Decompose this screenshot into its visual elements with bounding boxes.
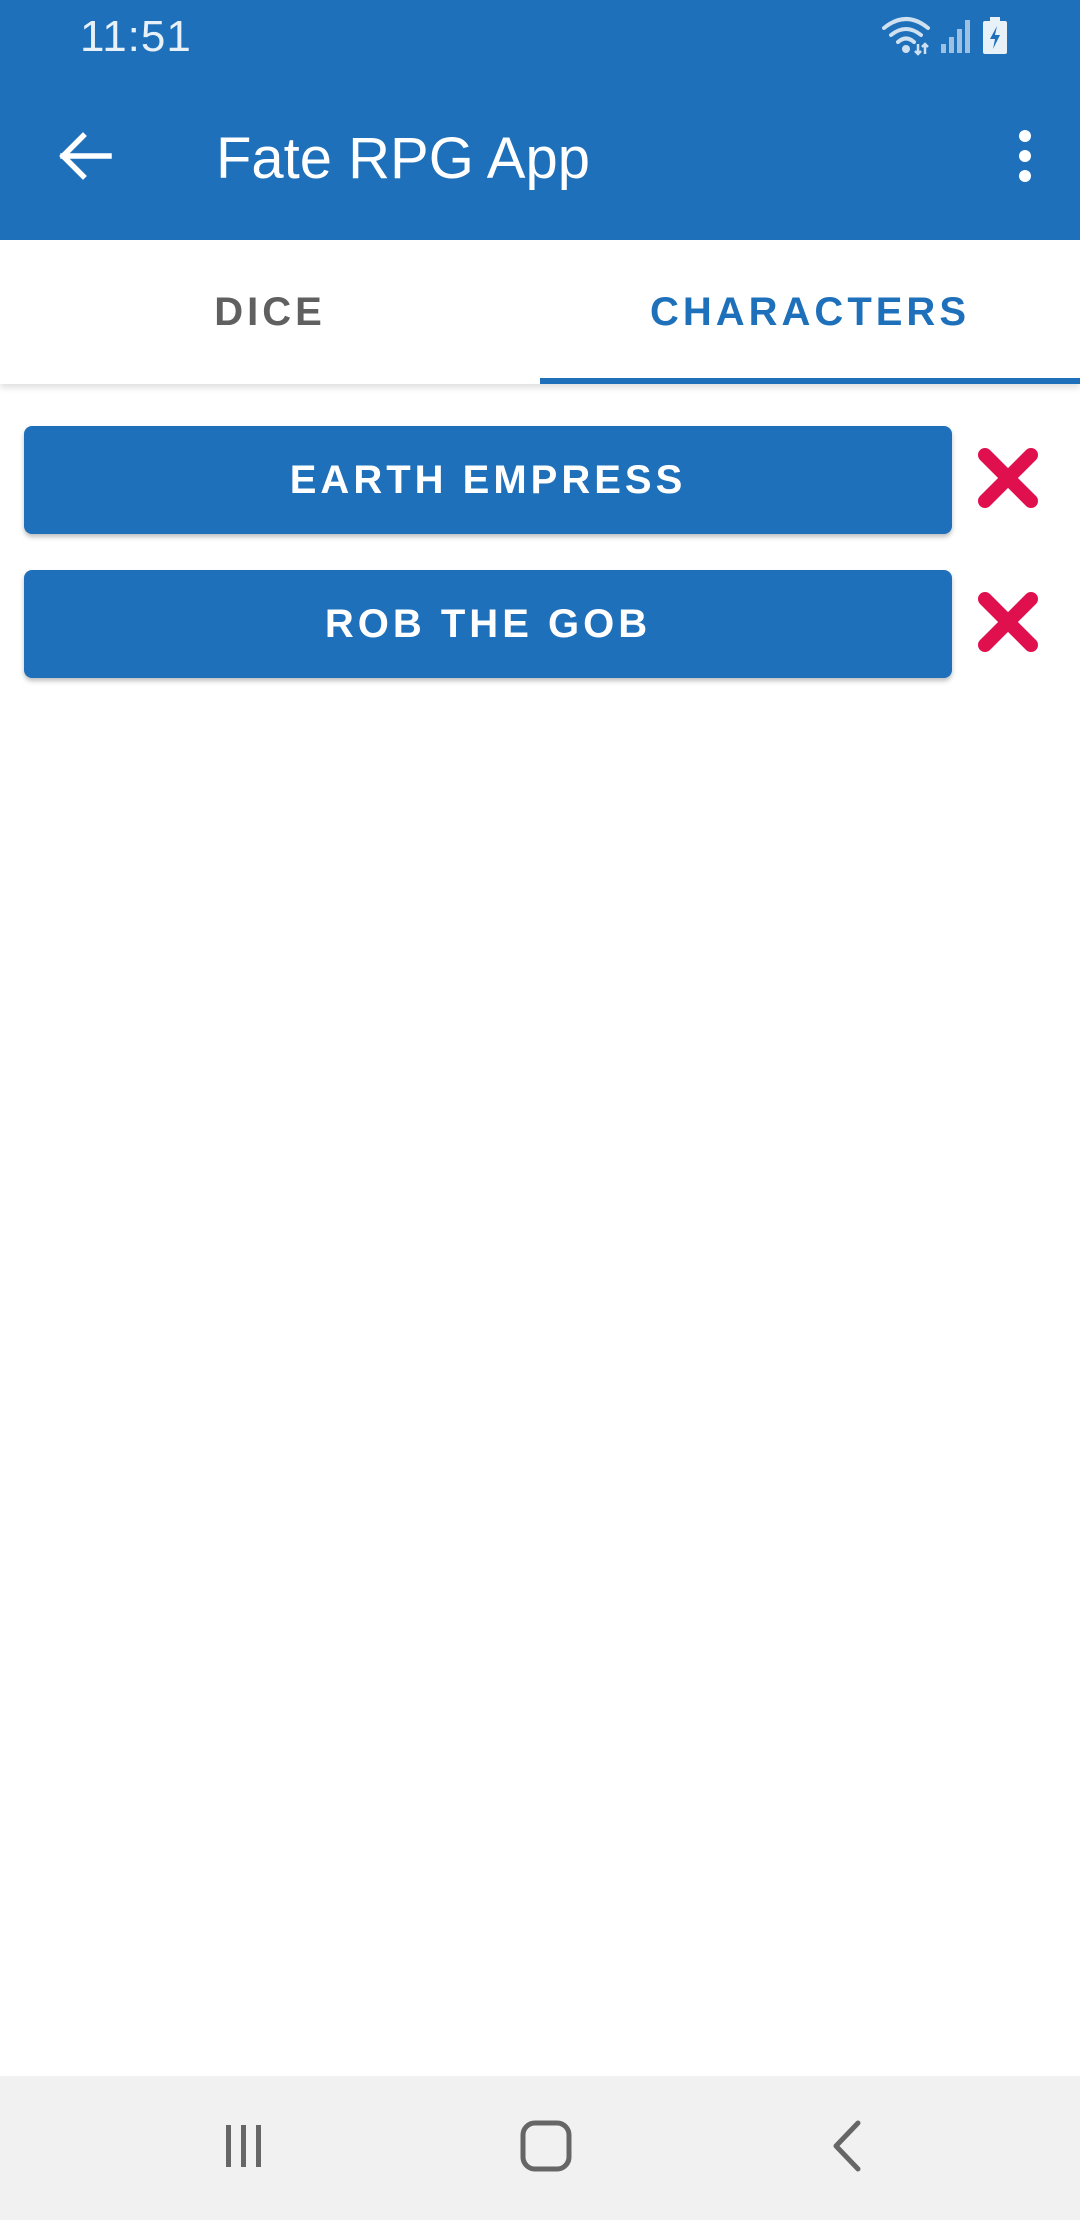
tab-dice[interactable]: DICE — [0, 240, 540, 384]
signal-icon — [940, 18, 974, 59]
tab-bar: DICE CHARACTERS — [0, 240, 1080, 384]
system-nav-bar — [0, 2076, 1080, 2220]
nav-back-button[interactable] — [798, 2098, 898, 2198]
character-button-rob-the-gob[interactable]: ROB THE GOB — [24, 570, 952, 678]
delete-character-button[interactable] — [968, 584, 1048, 664]
status-icons — [880, 16, 1008, 60]
character-row: ROB THE GOB — [24, 570, 1064, 678]
wifi-icon — [880, 16, 932, 61]
home-icon — [519, 2119, 573, 2178]
arrow-back-icon — [57, 131, 113, 186]
screen: 11:51 Fate RPG App DICE CHARACTERS EARTH… — [0, 0, 1080, 2220]
character-row: EARTH EMPRESS — [24, 426, 1064, 534]
status-bar: 11:51 — [0, 0, 1080, 75]
more-options-button[interactable] — [990, 113, 1060, 203]
home-button[interactable] — [496, 2098, 596, 2198]
battery-charging-icon — [982, 16, 1008, 60]
tab-indicator — [540, 378, 1080, 384]
recent-apps-button[interactable] — [194, 2098, 294, 2198]
back-chevron-icon — [828, 2119, 868, 2178]
more-vert-icon — [1017, 129, 1033, 187]
status-time: 11:51 — [80, 12, 192, 61]
app-title: Fate RPG App — [216, 126, 590, 191]
tab-characters[interactable]: CHARACTERS — [540, 240, 1080, 384]
recent-apps-icon — [219, 2121, 269, 2176]
character-button-earth-empress[interactable]: EARTH EMPRESS — [24, 426, 952, 534]
delete-character-button[interactable] — [968, 440, 1048, 520]
back-button[interactable] — [40, 113, 130, 203]
close-x-icon — [977, 447, 1039, 514]
app-bar: Fate RPG App — [0, 75, 1080, 240]
close-x-icon — [977, 591, 1039, 658]
